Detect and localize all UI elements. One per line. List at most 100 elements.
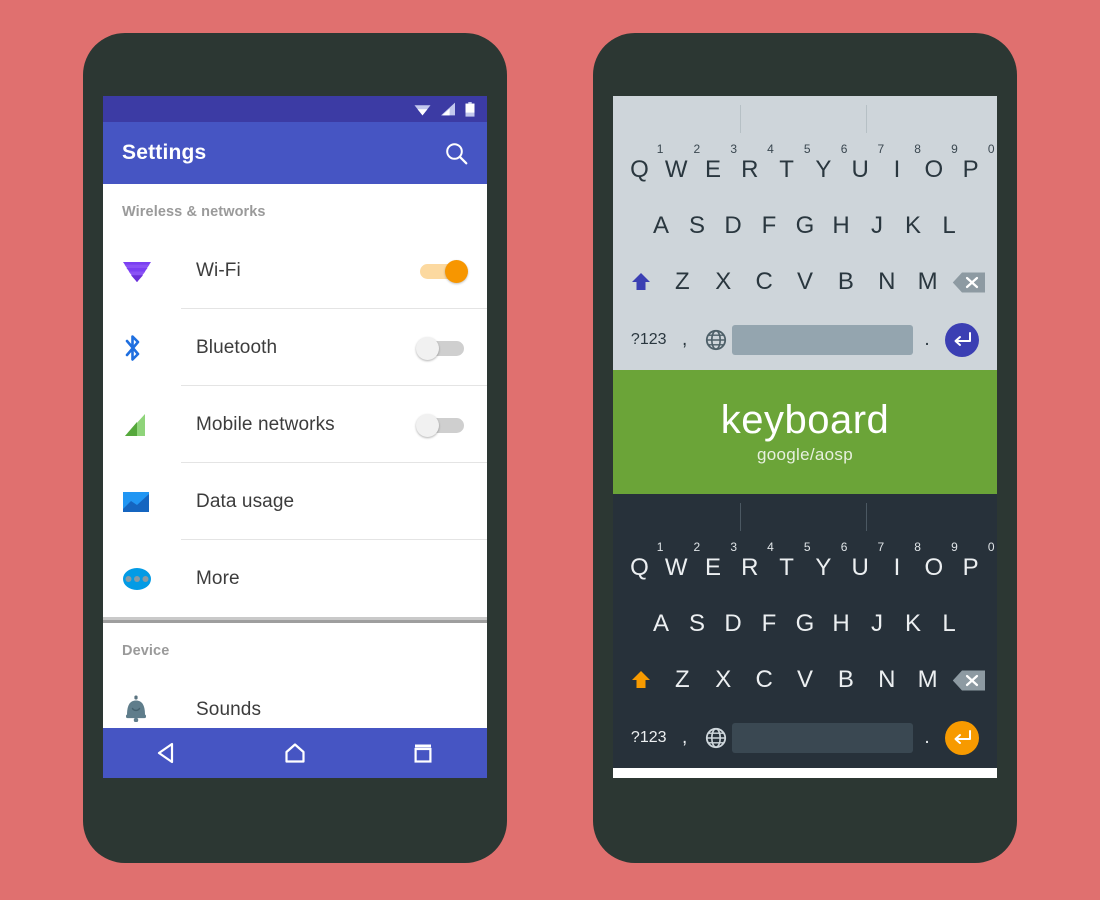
key-g[interactable]: G [787,610,823,638]
key-k[interactable]: K [895,610,931,638]
key-s[interactable]: S [679,212,715,240]
key-j[interactable]: J [859,610,895,638]
mobile-networks-toggle[interactable] [416,413,468,437]
backspace-icon[interactable] [948,271,989,294]
key-u[interactable]: 7U [842,142,885,184]
key-r[interactable]: 4R [731,540,774,582]
key-m[interactable]: M [907,666,948,694]
wifi-toggle[interactable] [416,259,468,283]
search-icon[interactable] [444,141,469,166]
key-k[interactable]: K [895,212,931,240]
key-j[interactable]: J [859,212,895,240]
key-l[interactable]: L [931,610,967,638]
settings-row-wifi[interactable]: Wi-Fi [103,232,487,309]
key-w[interactable]: 2W [658,540,700,582]
settings-row-bluetooth[interactable]: Bluetooth [103,309,487,386]
key-b[interactable]: B [825,268,866,296]
back-icon[interactable] [154,740,180,766]
key-d[interactable]: D [715,610,751,638]
key-d[interactable]: D [715,212,751,240]
suggestion-strip-light[interactable] [613,96,997,142]
globe-icon[interactable] [699,329,732,351]
key-num: 9 [951,142,958,156]
key-b[interactable]: B [825,666,866,694]
key-w[interactable]: 2W [658,142,700,184]
key-label: Q [630,156,649,183]
key-y[interactable]: 6Y [805,540,847,582]
key-o[interactable]: 9O [915,540,957,582]
banner-title: keyboard [720,397,890,442]
home-icon[interactable] [282,740,308,766]
key-q[interactable]: 1Q [621,142,663,184]
key-c[interactable]: C [744,268,785,296]
key-x[interactable]: X [703,268,744,296]
more-dots-icon [122,567,162,591]
symbols-key[interactable]: ?123 [627,331,670,349]
key-c[interactable]: C [744,666,785,694]
period-key[interactable]: . [913,727,941,749]
key-e[interactable]: 3E [695,142,737,184]
key-num: 9 [951,540,958,554]
key-a[interactable]: A [643,212,679,240]
settings-row-label: Bluetooth [196,336,278,358]
settings-row-more[interactable]: More [103,540,487,617]
key-n[interactable]: N [866,666,907,694]
settings-row-data-usage[interactable]: Data usage [103,463,487,540]
key-o[interactable]: 9O [915,142,957,184]
page-title: Settings [122,141,207,164]
key-t[interactable]: 5T [768,142,810,184]
key-label: U [851,554,869,581]
key-p[interactable]: 0P [952,142,995,184]
key-t[interactable]: 5T [768,540,810,582]
key-label: P [962,156,979,183]
key-v[interactable]: V [785,268,826,296]
enter-key[interactable] [941,323,983,357]
comma-key[interactable]: , [670,329,698,351]
key-x[interactable]: X [703,666,744,694]
key-p[interactable]: 0P [952,540,995,582]
key-h[interactable]: H [823,610,859,638]
key-i[interactable]: 8I [879,540,921,582]
key-z[interactable]: Z [662,268,703,296]
comma-key[interactable]: , [670,727,698,749]
key-num: 8 [914,540,921,554]
key-s[interactable]: S [679,610,715,638]
key-v[interactable]: V [785,666,826,694]
suggestion-separator [739,105,741,133]
key-h[interactable]: H [823,212,859,240]
recents-icon[interactable] [410,740,436,766]
key-num: 2 [693,142,701,156]
key-num: 7 [877,142,885,156]
wifi-icon [414,105,431,116]
globe-icon[interactable] [699,727,732,749]
key-f[interactable]: F [751,610,787,638]
period-key[interactable]: . [913,329,941,351]
key-e[interactable]: 3E [695,540,737,582]
key-m[interactable]: M [907,268,948,296]
key-label: O [924,156,944,183]
space-key[interactable] [732,723,913,753]
toggle-knob [445,259,468,283]
key-label: T [779,554,794,581]
key-r[interactable]: 4R [731,142,774,184]
key-g[interactable]: G [787,212,823,240]
enter-key[interactable] [941,721,983,755]
key-z[interactable]: Z [662,666,703,694]
bluetooth-toggle[interactable] [416,336,468,360]
key-i[interactable]: 8I [879,142,921,184]
settings-row-mobile-networks[interactable]: Mobile networks [103,386,487,463]
key-a[interactable]: A [643,610,679,638]
shift-icon[interactable] [621,669,662,691]
key-u[interactable]: 7U [842,540,885,582]
key-l[interactable]: L [931,212,967,240]
key-q[interactable]: 1Q [621,540,663,582]
shift-icon[interactable] [621,271,662,293]
space-key[interactable] [732,325,913,355]
symbols-key[interactable]: ?123 [627,729,670,747]
suggestion-strip-dark[interactable] [613,494,997,540]
keyboard-row-3-dark: Z X C V B N M [613,652,997,708]
backspace-icon[interactable] [948,669,989,692]
key-n[interactable]: N [866,268,907,296]
key-y[interactable]: 6Y [805,142,847,184]
key-f[interactable]: F [751,212,787,240]
